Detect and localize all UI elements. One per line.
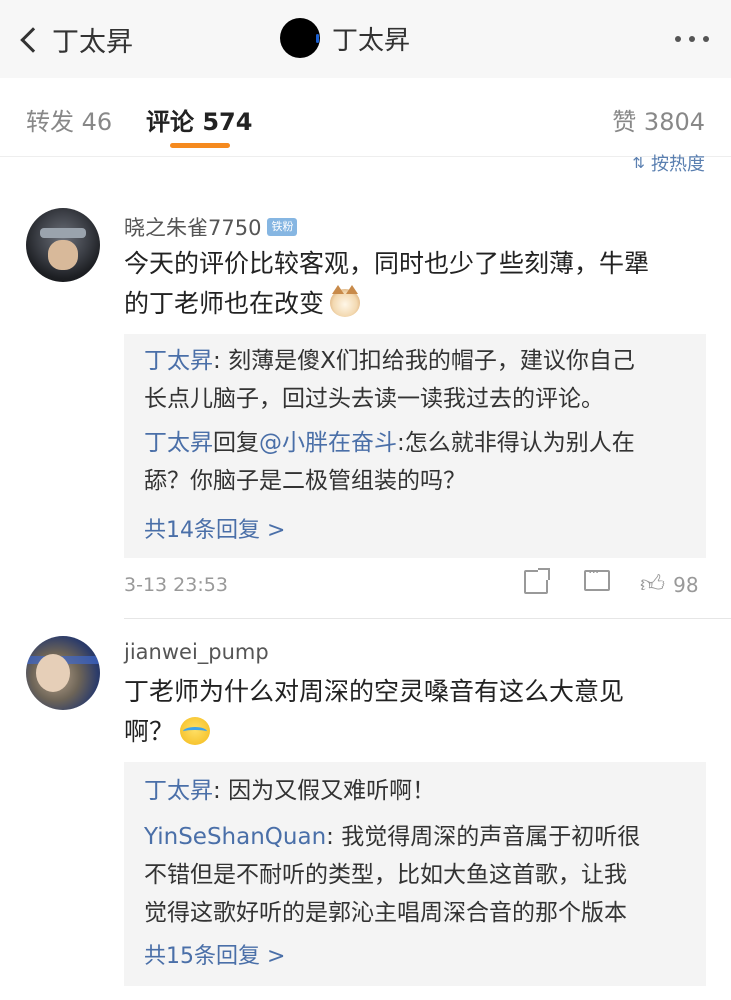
comment-text-line: 啊？ bbox=[124, 717, 175, 746]
tab-comment[interactable]: 评论 574 bbox=[146, 102, 252, 137]
share-icon bbox=[524, 568, 550, 594]
back-label: 丁太昇 bbox=[52, 27, 133, 58]
active-tab-indicator bbox=[170, 143, 230, 148]
reply-author-link[interactable]: YinSeShanQuan bbox=[144, 824, 326, 850]
comment-timestamp: 3-13 23:53 bbox=[124, 574, 228, 596]
reply-sep: : bbox=[213, 348, 229, 374]
reply-sep: : bbox=[397, 430, 405, 456]
tab-repost[interactable]: 转发 46 bbox=[26, 102, 112, 137]
reply-text: 怎么就非得认为别人在 bbox=[404, 430, 635, 456]
reply-text: 觉得这歌好听的是郭沁主唱周深合音的那个版本 bbox=[144, 900, 627, 926]
sort-button[interactable]: ⇅ 按热度 bbox=[632, 150, 705, 176]
tab-like-label: 赞 bbox=[612, 108, 637, 136]
like-count: 98 bbox=[673, 572, 699, 597]
tab-comment-label: 评论 bbox=[146, 108, 194, 136]
fan-badge: 铁粉 bbox=[267, 218, 298, 236]
reply-item: 丁太昇: 刻薄是傻X们扣给我的帽子，建议你自己 长点儿脑子，回过头去读一读我过去… bbox=[144, 342, 692, 418]
more-replies-link[interactable]: 共15条回复 > bbox=[144, 938, 285, 970]
like-button[interactable]: 👍︎ 98 bbox=[640, 570, 699, 599]
sort-icon: ⇅ bbox=[632, 154, 645, 172]
reply-preview-box[interactable]: 丁太昇: 刻薄是傻X们扣给我的帽子，建议你自己 长点儿脑子，回过头去读一读我过去… bbox=[124, 334, 706, 558]
tab-repost-count: 46 bbox=[81, 108, 113, 136]
comment-text-line: 今天的评价比较客观，同时也少了些刻薄，牛犟 bbox=[124, 249, 650, 278]
more-icon[interactable] bbox=[675, 36, 709, 42]
reply-sep: : bbox=[326, 824, 342, 850]
mention-link[interactable]: @小胖在奋斗 bbox=[259, 430, 397, 456]
comment-text-line: 的丁老师也在改变 bbox=[124, 289, 325, 318]
page-title: 丁太昇 bbox=[280, 18, 410, 58]
tab-like[interactable]: 赞 3804 bbox=[612, 102, 705, 137]
reply-text: 因为又假又难听啊！ bbox=[228, 778, 436, 804]
comment-username[interactable]: 晓之朱雀7750 铁粉 bbox=[124, 212, 298, 242]
comment-text: 今天的评价比较客观，同时也少了些刻薄，牛犟 的丁老师也在改变 bbox=[124, 244, 704, 324]
reply-author-link[interactable]: 丁太昇 bbox=[144, 430, 213, 456]
back-button[interactable]: 丁太昇 bbox=[18, 20, 133, 59]
avatar[interactable] bbox=[26, 636, 100, 710]
reply-author-link[interactable]: 丁太昇 bbox=[144, 778, 213, 804]
reply-item: 丁太昇回复@小胖在奋斗:怎么就非得认为别人在 舔？你脑子是二极管组装的吗？ bbox=[144, 424, 692, 500]
reply-text: 舔？你脑子是二极管组装的吗？ bbox=[144, 468, 466, 494]
page-title-text: 丁太昇 bbox=[332, 25, 411, 56]
reply-author-link[interactable]: 丁太昇 bbox=[144, 348, 213, 374]
tab-comment-count: 574 bbox=[202, 108, 253, 136]
comment-text-line: 丁老师为什么对周深的空灵嗓音有这么大意见 bbox=[124, 677, 625, 706]
avatar[interactable] bbox=[26, 208, 100, 282]
reply-text: 刻薄是傻X们扣给我的帽子，建议你自己 bbox=[228, 348, 635, 374]
share-button[interactable] bbox=[524, 568, 550, 594]
comment-text: 丁老师为什么对周深的空灵嗓音有这么大意见 啊？ bbox=[124, 672, 704, 752]
reply-text: 我觉得周深的声音属于初听很 bbox=[341, 824, 641, 850]
sort-label: 按热度 bbox=[651, 154, 705, 175]
comment-username[interactable]: jianwei_pump bbox=[124, 640, 269, 664]
username-text: jianwei_pump bbox=[124, 640, 269, 664]
reply-preview-box[interactable]: 丁太昇: 因为又假又难听啊！ YinSeShanQuan: 我觉得周深的声音属于… bbox=[124, 762, 706, 986]
reply-action: 回复 bbox=[213, 430, 259, 456]
top-nav-bar: 丁太昇 丁太昇 bbox=[0, 0, 731, 79]
cat-face-icon bbox=[330, 285, 361, 317]
reply-button[interactable] bbox=[584, 565, 610, 591]
tab-repost-label: 转发 bbox=[26, 108, 74, 136]
reply-item: 丁太昇: 因为又假又难听啊！ bbox=[144, 772, 692, 810]
reply-text: 长点儿脑子，回过头去读一读我过去的评论。 bbox=[144, 386, 604, 412]
crying-laughing-icon bbox=[180, 717, 211, 745]
thumbs-up-icon: 👍︎ bbox=[640, 570, 666, 598]
username-text: 晓之朱雀7750 bbox=[124, 216, 262, 240]
divider bbox=[124, 618, 731, 619]
tab-bar: 转发 46 评论 574 赞 3804 bbox=[0, 78, 731, 157]
comment-icon bbox=[584, 565, 610, 591]
reply-text: 不错但是不耐听的类型，比如大鱼这首歌，让我 bbox=[144, 862, 627, 888]
tab-like-count: 3804 bbox=[643, 108, 705, 136]
more-replies-link[interactable]: 共14条回复 > bbox=[144, 512, 285, 544]
avatar[interactable] bbox=[280, 18, 320, 58]
reply-item: YinSeShanQuan: 我觉得周深的声音属于初听很 不错但是不耐听的类型，… bbox=[144, 818, 692, 932]
chevron-left-icon bbox=[20, 26, 46, 53]
reply-sep: : bbox=[213, 778, 229, 804]
